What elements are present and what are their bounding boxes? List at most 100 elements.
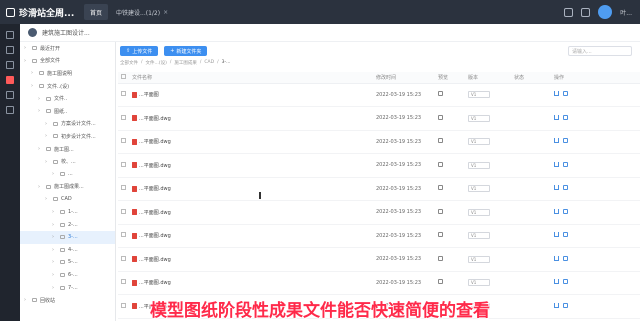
chevron-right-icon[interactable]: › [24, 45, 29, 51]
chevron-right-icon[interactable]: › [45, 196, 50, 202]
tree-node[interactable]: › 文件..(设) [20, 80, 115, 93]
tree-node[interactable]: › 施工图... [20, 143, 115, 156]
chevron-right-icon[interactable]: › [52, 234, 57, 240]
row-checkbox[interactable] [121, 255, 126, 261]
download-icon[interactable] [554, 161, 559, 167]
chevron-right-icon[interactable]: › [45, 159, 50, 165]
breadcrumb-item[interactable]: 全部文件 [120, 60, 138, 66]
tree-node[interactable]: › 4-... [20, 244, 115, 257]
chevron-right-icon[interactable]: › [52, 259, 57, 265]
edit-icon[interactable] [563, 91, 568, 97]
chevron-right-icon[interactable]: › [52, 171, 57, 177]
rail-model-icon[interactable] [6, 61, 14, 69]
version-select[interactable]: V1 [468, 208, 490, 216]
rail-settings-icon[interactable] [6, 106, 14, 114]
download-icon[interactable] [554, 255, 559, 261]
file-name[interactable]: ...平面图.dwg [139, 116, 171, 122]
chevron-right-icon[interactable]: › [52, 247, 57, 253]
version-select[interactable]: V1 [468, 255, 490, 263]
tree-node[interactable]: › 方案设计文件... [20, 118, 115, 131]
download-icon[interactable] [554, 114, 559, 120]
table-row[interactable]: ...平面图.dwg 2022-03-19 15:23 V1 [118, 106, 640, 131]
file-name[interactable]: ...平面图.dwg [139, 280, 171, 286]
row-checkbox[interactable] [121, 279, 126, 285]
edit-icon[interactable] [563, 255, 568, 261]
file-name[interactable]: ...平面图.dwg [139, 257, 171, 263]
notification-icon[interactable] [581, 7, 591, 17]
preview-icon[interactable] [438, 161, 443, 167]
edit-icon[interactable] [563, 114, 568, 120]
breadcrumb-item[interactable]: 3-... [222, 60, 231, 66]
tab-close-icon[interactable]: × [163, 9, 168, 16]
col-time[interactable]: 修改时间 [376, 72, 438, 84]
row-checkbox[interactable] [121, 114, 126, 120]
row-checkbox[interactable] [121, 91, 126, 97]
tree-node[interactable]: › 1-... [20, 206, 115, 219]
table-row[interactable]: ...平面图.dwg 2022-03-19 15:23 V1 [118, 224, 640, 248]
row-checkbox[interactable] [121, 161, 126, 167]
table-row[interactable]: ...平面图.dwg 2022-03-19 15:23 V1 [118, 177, 640, 201]
tree-node[interactable]: › 6-... [20, 269, 115, 282]
rail-team-icon[interactable] [6, 91, 14, 99]
version-select[interactable]: V1 [468, 161, 490, 169]
chevron-right-icon[interactable]: › [52, 222, 57, 228]
table-row[interactable]: ...平面图.dwg 2022-03-19 15:23 V1 [118, 130, 640, 154]
tree-node[interactable]: › 7-... [20, 281, 115, 294]
tree-node[interactable]: › 最近打开 [20, 42, 115, 55]
avatar[interactable] [598, 5, 613, 19]
tree-node[interactable]: › 施工图成果... [20, 181, 115, 194]
select-all-checkbox[interactable] [121, 73, 126, 79]
preview-icon[interactable] [438, 232, 443, 238]
chevron-right-icon[interactable]: › [31, 70, 36, 76]
download-icon[interactable] [554, 91, 559, 97]
tree-node[interactable]: › 初步设计文件... [20, 130, 115, 143]
table-row[interactable]: ...平面图.dwg 2022-03-19 15:23 V1 [118, 200, 640, 225]
rail-files-icon[interactable] [6, 76, 14, 84]
download-icon[interactable] [554, 279, 559, 285]
chevron-right-icon[interactable]: › [45, 133, 50, 139]
edit-icon[interactable] [563, 161, 568, 167]
table-row[interactable]: ...平面图.dwg 2022-03-19 15:23 V1 [118, 153, 640, 178]
download-icon[interactable] [554, 185, 559, 191]
tree-node[interactable]: › 全部文件 [20, 55, 115, 68]
rail-home-icon[interactable] [6, 31, 14, 39]
row-checkbox[interactable] [121, 185, 126, 191]
breadcrumb-item[interactable]: 文件...(设) [146, 60, 167, 66]
preview-icon[interactable] [438, 91, 443, 97]
edit-icon[interactable] [563, 208, 568, 214]
table-row[interactable]: ...平面图.dwg 2022-03-19 15:23 V1 [118, 247, 640, 272]
preview-icon[interactable] [438, 208, 443, 214]
tab-project[interactable]: 中铁建设...(1/2) × [110, 4, 174, 20]
preview-icon[interactable] [438, 279, 443, 285]
chevron-right-icon[interactable]: › [52, 272, 57, 278]
preview-icon[interactable] [438, 114, 443, 120]
chevron-right-icon[interactable]: › [38, 184, 43, 190]
chevron-right-icon[interactable]: › [24, 58, 29, 64]
breadcrumb-item[interactable]: 施工图成果 [174, 60, 197, 66]
tab-home[interactable]: 首页 [84, 4, 109, 20]
edit-icon[interactable] [563, 138, 568, 144]
chevron-right-icon[interactable]: › [52, 209, 57, 215]
tree-node[interactable]: › 图纸.. [20, 105, 115, 118]
chevron-right-icon[interactable]: › [31, 83, 36, 89]
version-select[interactable]: V1 [468, 232, 490, 240]
version-select[interactable]: V1 [468, 138, 490, 146]
chevron-right-icon[interactable]: › [38, 108, 43, 114]
table-row[interactable]: ...平面图.dwg 2022-03-19 15:23 V1 [118, 271, 640, 295]
file-name[interactable]: ...平面图.dwg [139, 139, 171, 145]
tree-node[interactable]: ›... [20, 168, 115, 181]
preview-icon[interactable] [438, 255, 443, 261]
row-checkbox[interactable] [121, 232, 126, 238]
col-name[interactable]: 文件名称 [132, 72, 376, 84]
chevron-right-icon[interactable]: › [38, 96, 43, 102]
row-checkbox[interactable] [121, 208, 126, 214]
tree-node[interactable]: › 3-... [20, 230, 115, 244]
file-name[interactable]: ...平面图.dwg [139, 233, 171, 239]
search-input[interactable]: 请输入... [568, 46, 632, 56]
download-icon[interactable] [554, 208, 559, 214]
tree-node[interactable]: › 校、... [20, 155, 115, 168]
file-name[interactable]: ...平面图.dwg [139, 186, 171, 192]
version-select[interactable]: V1 [468, 114, 490, 122]
preview-icon[interactable] [438, 185, 443, 191]
chevron-right-icon[interactable]: › [52, 285, 57, 291]
